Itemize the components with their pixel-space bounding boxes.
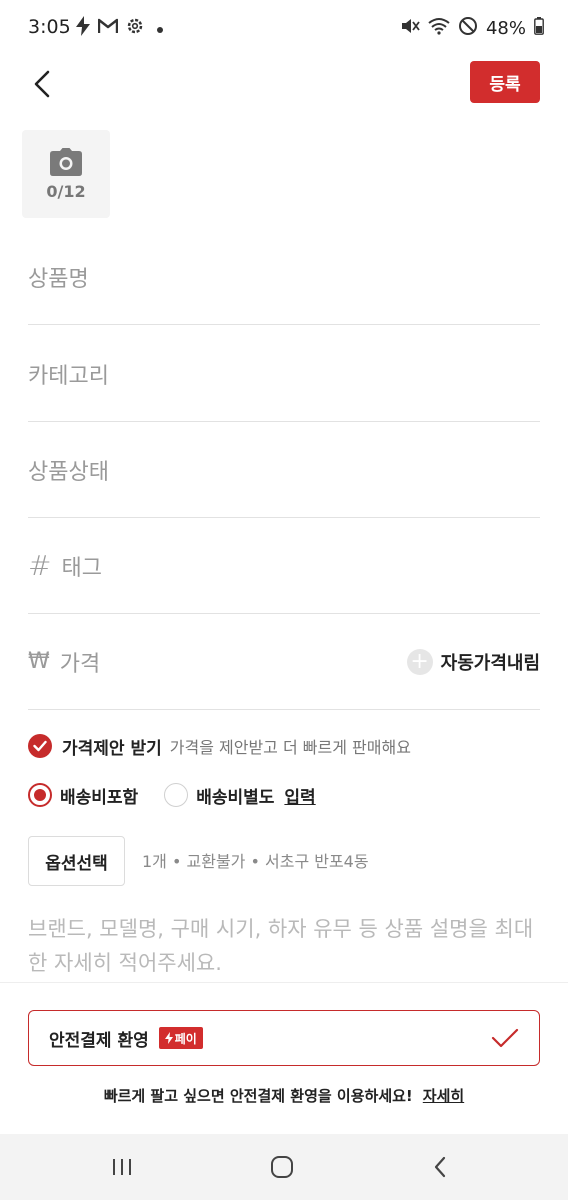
photo-upload-button[interactable]: 0/12 bbox=[22, 130, 110, 218]
battery-icon bbox=[534, 17, 544, 39]
system-nav-bar bbox=[0, 1134, 568, 1200]
price-offer-checkbox[interactable] bbox=[28, 734, 52, 758]
status-notification-icons bbox=[76, 16, 166, 40]
shipping-included-label: 배송비포함 bbox=[60, 787, 139, 808]
check-icon bbox=[33, 740, 47, 752]
category-field[interactable]: 카테고리 bbox=[28, 326, 540, 422]
chevron-left-icon bbox=[34, 70, 50, 98]
price-offer-row: 가격제안 받기 가격을 제안받고 더 빠르게 판매해요 bbox=[28, 732, 411, 760]
mute-icon bbox=[400, 17, 420, 39]
shipping-separate-radio[interactable] bbox=[164, 783, 189, 807]
safe-payment-toggle[interactable]: 안전결제 환영 페이 bbox=[28, 1010, 540, 1066]
shipping-separate-label: 배송비별도 bbox=[196, 787, 275, 808]
flash-icon bbox=[164, 1032, 173, 1044]
camera-icon bbox=[50, 147, 82, 176]
shipping-included-radio[interactable] bbox=[28, 783, 52, 807]
option-select-button[interactable]: 옵션선택 bbox=[28, 836, 125, 886]
price-offer-description: 가격을 제안받고 더 빠르게 판매해요 bbox=[169, 738, 411, 757]
photo-count: 0/12 bbox=[46, 181, 86, 201]
tag-placeholder: 태그 bbox=[61, 555, 102, 581]
app-header: 등록 bbox=[0, 56, 568, 112]
auto-price-button[interactable]: + 자동가격내림 bbox=[406, 614, 540, 710]
check-icon bbox=[491, 1027, 519, 1053]
battery-percent: 48% bbox=[485, 17, 526, 39]
tag-field[interactable]: # 태그 bbox=[28, 518, 540, 614]
radio-selected-dot bbox=[34, 789, 46, 801]
category-placeholder: 카테고리 bbox=[28, 363, 109, 389]
safe-payment-info-text: 빠르게 팔고 싶으면 안전결제 환영을 이용하세요! bbox=[103, 1087, 413, 1105]
dot-icon bbox=[152, 19, 166, 38]
plus-circle-icon: + bbox=[406, 649, 433, 675]
safe-payment-more-link[interactable]: 자세히 bbox=[423, 1087, 464, 1105]
recent-apps-icon bbox=[113, 1159, 131, 1175]
auto-price-label: 자동가격내림 bbox=[440, 653, 540, 674]
pay-badge: 페이 bbox=[158, 1027, 203, 1049]
home-button[interactable] bbox=[262, 1152, 302, 1182]
recent-apps-button[interactable] bbox=[102, 1152, 142, 1182]
condition-field[interactable]: 상품상태 bbox=[28, 422, 540, 518]
safe-payment-info: 빠르게 팔고 싶으면 안전결제 환영을 이용하세요! 자세히 bbox=[0, 1085, 568, 1106]
price-offer-label: 가격제안 받기 bbox=[62, 738, 162, 759]
shipping-input-link[interactable]: 입력 bbox=[284, 783, 315, 808]
hash-icon: # bbox=[28, 549, 52, 582]
description-field[interactable]: 브랜드, 모델명, 구매 시기, 하자 유무 등 상품 설명을 최대한 자세히 … bbox=[28, 912, 543, 980]
option-summary: 1개 • 교환불가 • 서초구 반포4동 bbox=[142, 852, 369, 871]
flash-icon bbox=[76, 16, 90, 40]
shipping-row: 배송비포함 배송비별도 입력 bbox=[28, 780, 316, 810]
status-system-icons: 48% bbox=[400, 16, 544, 40]
register-button[interactable]: 등록 bbox=[470, 61, 540, 103]
settings-icon bbox=[126, 17, 144, 39]
back-button[interactable] bbox=[28, 64, 60, 104]
back-icon bbox=[434, 1156, 446, 1178]
price-field[interactable]: ₩ 가격 + 자동가격내림 bbox=[28, 614, 540, 710]
condition-placeholder: 상품상태 bbox=[28, 459, 109, 485]
product-name-field[interactable]: 상품명 bbox=[28, 229, 540, 325]
pay-badge-label: 페이 bbox=[174, 1031, 197, 1046]
home-icon bbox=[271, 1156, 293, 1178]
status-time: 3:05 bbox=[28, 16, 71, 38]
do-not-disturb-icon bbox=[458, 16, 478, 40]
nav-back-button[interactable] bbox=[420, 1152, 460, 1182]
won-icon: ₩ bbox=[28, 649, 50, 674]
gmail-icon bbox=[97, 18, 119, 38]
wifi-icon bbox=[428, 17, 450, 39]
status-bar: 3:05 48% bbox=[0, 0, 568, 56]
safe-payment-label: 안전결제 환영 bbox=[49, 1030, 149, 1051]
bottom-panel: 안전결제 환영 페이 빠르게 팔고 싶으면 안전결제 환영을 이용하세요! 자세히 bbox=[0, 982, 568, 1134]
product-name-placeholder: 상품명 bbox=[28, 266, 89, 292]
price-placeholder: 가격 bbox=[59, 651, 101, 677]
